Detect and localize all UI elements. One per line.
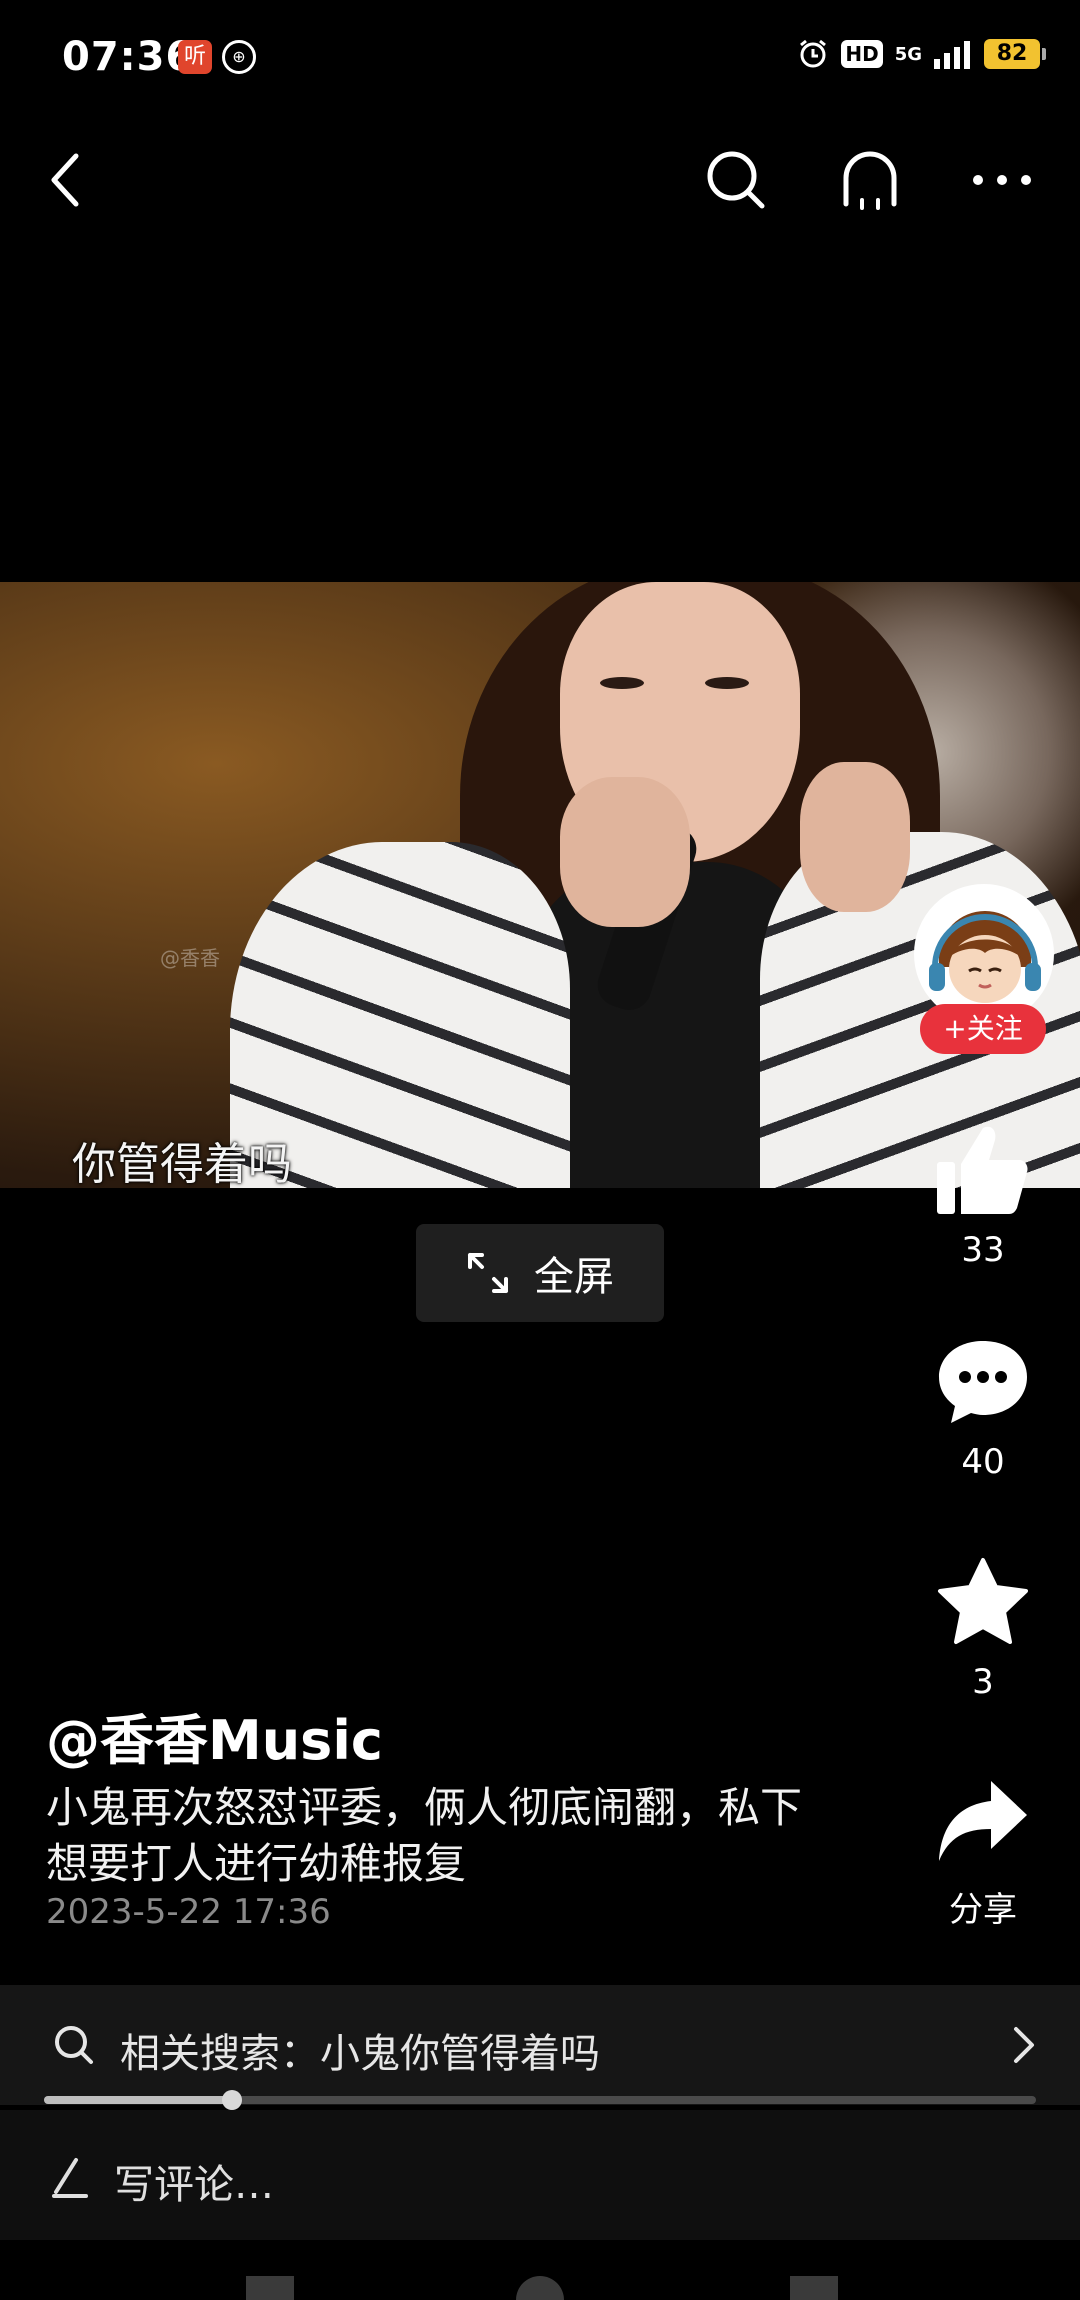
star-icon [938, 1558, 1028, 1644]
more-options-button[interactable] [962, 140, 1042, 220]
follow-button[interactable]: +关注 [920, 1004, 1046, 1054]
favorite-count: 3 [972, 1662, 994, 1702]
progress-scrubber[interactable] [222, 2090, 243, 2110]
comment-input[interactable]: 写评论… [114, 2152, 274, 2210]
recents-key[interactable] [246, 2276, 294, 2300]
video-description: 小鬼再次怒怼评委，俩人彻底闹翻，私下想要打人进行幼稚报复 [46, 1783, 803, 1888]
more-icon [973, 175, 1031, 185]
comment-icon [939, 1341, 1027, 1423]
home-key[interactable] [516, 2276, 564, 2300]
comment-count: 40 [961, 1442, 1005, 1482]
post-date: 2023-5-22 17:36 [46, 1892, 331, 1932]
like-count: 33 [961, 1230, 1005, 1270]
expand-icon [468, 1253, 508, 1293]
system-navigation-bar [0, 2270, 1080, 2300]
back-button[interactable] [26, 140, 106, 220]
headphone-icon [843, 151, 897, 210]
video-subtitle: 你管得着吗 [72, 1139, 292, 1188]
search-button[interactable] [696, 140, 776, 220]
signal-icon [934, 41, 970, 69]
status-bar: 07:36 听 ⊕ HD 5G 82 [0, 0, 1080, 110]
share-label: 分享 [949, 1890, 1017, 1930]
fullscreen-button[interactable]: 全屏 [416, 1224, 664, 1322]
app-notification-icon: ⊕ [222, 40, 256, 74]
author-name[interactable]: @香香Music [46, 1696, 383, 1775]
status-indicators: HD 5G 82 [797, 38, 1046, 70]
video-watermark: @香香 [160, 946, 220, 970]
avatar-illustration [917, 887, 1051, 1021]
top-navigation [0, 130, 1080, 230]
pen-icon [52, 2158, 88, 2198]
playback-progress-bar[interactable] [44, 2090, 1036, 2110]
share-button[interactable]: 分享 [920, 1772, 1046, 1931]
back-icon [51, 153, 79, 207]
search-icon [55, 2026, 93, 2064]
chevron-right-icon [1014, 2027, 1034, 2063]
back-key[interactable] [790, 2276, 838, 2300]
status-time: 07:36 [62, 34, 195, 80]
battery-indicator: 82 [984, 39, 1046, 69]
comment-bar[interactable]: 写评论… [0, 2110, 1080, 2240]
comments-button[interactable]: 40 [920, 1332, 1046, 1482]
hd-badge: HD [841, 40, 883, 68]
related-search-label: 相关搜索：小鬼你管得着吗 [120, 2031, 600, 2077]
related-search-bar[interactable]: 相关搜索：小鬼你管得着吗 [0, 1985, 1080, 2105]
like-button[interactable]: 33 [920, 1120, 1046, 1270]
favorite-button[interactable]: 3 [920, 1552, 1046, 1702]
thumbs-up-icon [937, 1126, 1028, 1214]
alarm-icon [800, 39, 827, 68]
share-icon [939, 1781, 1027, 1861]
search-icon [707, 151, 765, 209]
progress-fill [44, 2096, 233, 2104]
fullscreen-label: 全屏 [534, 1254, 614, 1300]
avatar [914, 884, 1054, 1024]
listen-app-badge: 听 [178, 40, 212, 74]
network-label: 5G [894, 43, 922, 65]
listen-mode-button[interactable] [830, 140, 910, 220]
